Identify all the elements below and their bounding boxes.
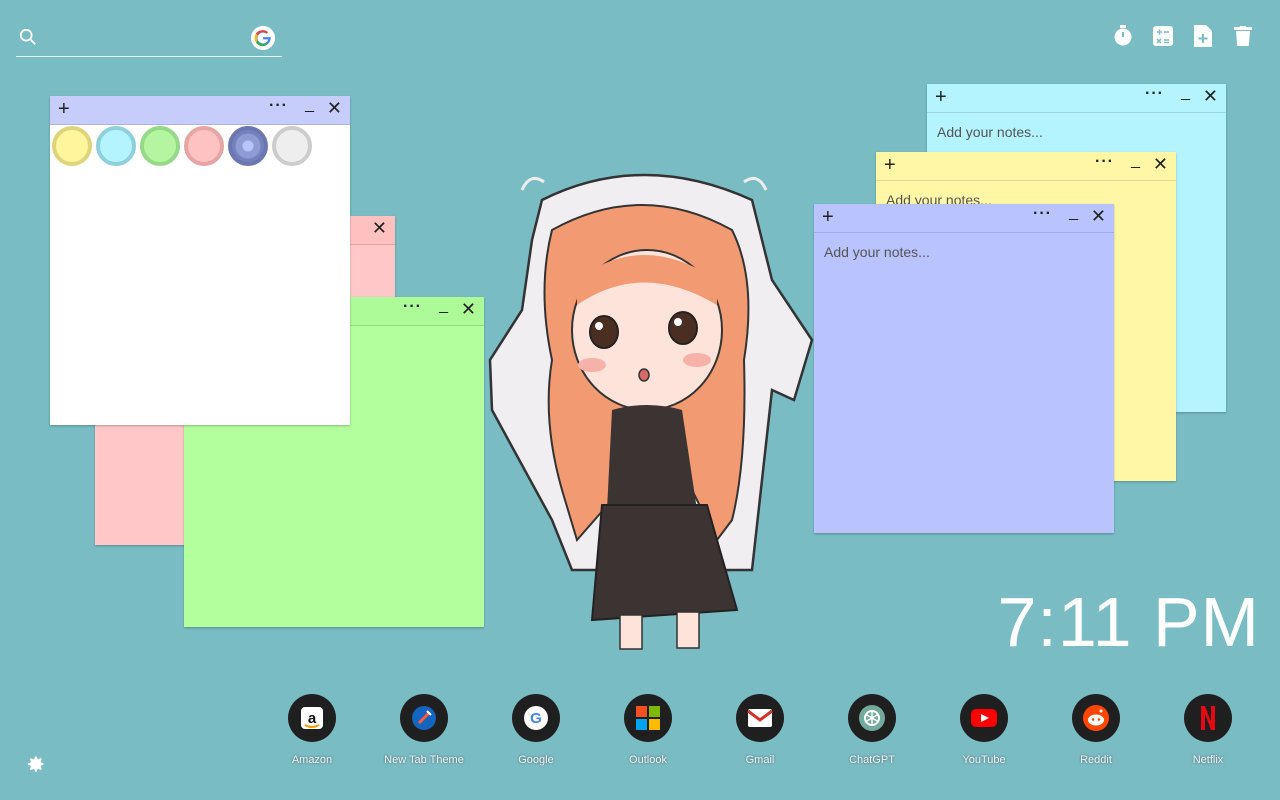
shortcut-reddit[interactable]: Reddit [1040,694,1152,774]
timer-icon[interactable] [1112,24,1134,48]
close-icon[interactable]: ✕ [1153,155,1168,173]
more-icon[interactable]: ··· [403,298,422,316]
shortcut-gmail[interactable]: Gmail [704,694,816,774]
shortcut-label: Google [518,754,554,766]
google-search-icon[interactable] [251,26,275,50]
calculator-icon[interactable] [1152,24,1174,48]
sticky-note-blue[interactable]: + ··· _ ✕ Add your notes... [814,204,1114,533]
search-input[interactable] [52,28,256,52]
more-icon[interactable]: ··· [1145,85,1164,103]
minimize-icon[interactable]: _ [439,297,448,315]
more-icon[interactable]: ··· [1033,205,1052,223]
add-note-icon[interactable] [1192,24,1214,48]
shortcut-netflix[interactable]: Netflix [1152,694,1264,774]
chatgpt-icon [848,694,896,742]
note-toolbar: + ··· _ ✕ [814,204,1114,233]
shortcut-dock: a Amazon New Tab Theme G Google Outlook … [256,694,1276,774]
close-icon[interactable]: ✕ [461,300,476,318]
swatch-green[interactable] [140,126,180,166]
add-note-icon[interactable]: + [935,87,947,107]
swatch-cyan[interactable] [96,126,136,166]
shortcut-label: Outlook [629,754,667,766]
svg-text:a: a [308,710,317,727]
shortcut-label: Amazon [291,754,333,766]
add-note-icon[interactable]: + [58,99,70,119]
gear-icon[interactable] [26,754,46,774]
add-note-icon[interactable]: + [822,207,834,227]
toolbar [1112,24,1254,48]
note-placeholder[interactable]: Add your notes... [824,244,930,260]
shortcut-google[interactable]: G Google [480,694,592,774]
shortcut-label: Gmail [745,754,775,766]
minimize-icon[interactable]: _ [1069,204,1078,222]
sticky-note-white[interactable]: + ··· _ ✕ [50,96,350,425]
color-palette [50,124,314,168]
minimize-icon[interactable]: _ [1181,84,1190,102]
close-icon[interactable]: ✕ [1203,87,1218,105]
svg-text:G: G [530,710,542,727]
shortcut-label: YouTube [962,754,1006,766]
shortcut-amazon[interactable]: a Amazon [256,694,368,774]
more-icon[interactable]: ··· [269,97,288,115]
minimize-icon[interactable]: _ [305,96,314,114]
shortcut-label: ChatGPT [849,754,895,766]
shortcut-label: Netflix [1192,754,1224,766]
swatch-yellow[interactable] [52,126,92,166]
note-placeholder[interactable]: Add your notes... [937,124,1043,140]
girl-illustration [488,173,814,650]
shortcut-outlook[interactable]: Outlook [592,694,704,774]
close-icon[interactable]: ✕ [327,99,342,117]
gmail-icon [736,694,784,742]
shortcut-youtube[interactable]: YouTube [928,694,1040,774]
note-toolbar: + ··· _ ✕ [927,84,1226,113]
swatch-pink[interactable] [184,126,224,166]
search-icon[interactable] [19,28,37,46]
close-icon[interactable]: ✕ [1091,207,1106,225]
reddit-icon [1072,694,1120,742]
youtube-icon [960,694,1008,742]
note-toolbar: + ··· _ ✕ [876,152,1176,181]
note-toolbar: + ··· _ ✕ [50,96,350,125]
shortcut-chatgpt[interactable]: ChatGPT [816,694,928,774]
shortcut-label: Reddit [1080,754,1112,766]
shortcut-label: New Tab Theme [384,754,464,766]
more-icon[interactable]: ··· [1095,153,1114,171]
swatch-blue[interactable] [228,126,268,166]
swatch-gray[interactable] [272,126,312,166]
shortcut-new-tab-theme[interactable]: New Tab Theme [368,694,480,774]
trash-icon[interactable] [1232,24,1254,48]
outlook-icon [624,694,672,742]
close-icon[interactable]: ✕ [372,219,387,237]
minimize-icon[interactable]: _ [1131,152,1140,170]
netflix-icon [1184,694,1232,742]
google-icon: G [512,694,560,742]
amazon-icon: a [288,694,336,742]
new-tab-theme-icon [400,694,448,742]
search-bar [16,22,282,57]
add-note-icon[interactable]: + [884,155,896,175]
clock: 7:11 PM [997,583,1260,661]
